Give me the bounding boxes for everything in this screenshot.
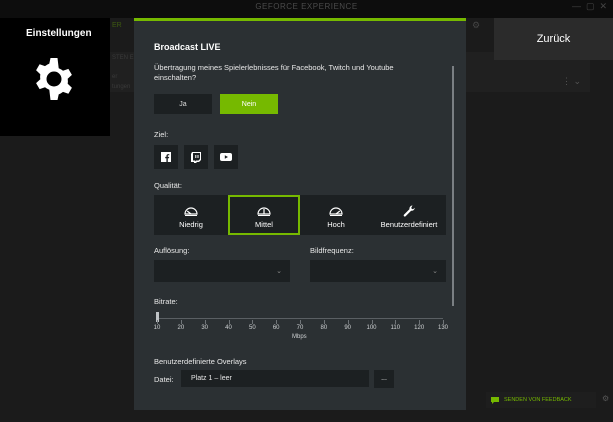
target-label: Ziel: xyxy=(154,130,169,139)
resolution-dropdown[interactable]: ⌄ xyxy=(154,260,290,282)
slider-tick xyxy=(276,320,278,324)
slider-tick xyxy=(371,320,373,324)
slider-tick-label: 10 xyxy=(153,325,161,331)
twitch-button[interactable] xyxy=(184,145,208,169)
quality-option-label: Mittel xyxy=(255,220,273,229)
gauge-high-icon xyxy=(329,207,343,216)
slider-tick xyxy=(180,320,182,324)
panel-accent-bar xyxy=(134,18,466,21)
slider-tick xyxy=(204,320,206,324)
slider-tick xyxy=(395,320,397,324)
window-controls: — ▢ ✕ xyxy=(571,1,607,11)
slider-tick xyxy=(300,320,301,324)
corner-icon: ⚙ xyxy=(602,394,610,403)
overlay-file-field[interactable]: Platz 1 – leer xyxy=(181,370,369,387)
framerate-label: Bildfrequenz: xyxy=(310,246,354,255)
bitrate-unit: Mbps xyxy=(292,334,307,340)
twitch-icon xyxy=(191,151,201,163)
slider-tick xyxy=(252,320,254,324)
quality-option-label: Benutzerdefiniert xyxy=(380,220,438,229)
slider-tick-label: 120 xyxy=(414,325,425,331)
slider-tick-label: 40 xyxy=(225,325,232,331)
slider-tick-label: 70 xyxy=(296,325,304,331)
gear-icon xyxy=(36,58,72,100)
broadcast-title: Broadcast LIVE xyxy=(154,42,221,52)
browse-button[interactable]: ... xyxy=(374,370,394,388)
broadcast-no-button[interactable]: Nein xyxy=(220,94,278,114)
file-label: Datei: xyxy=(154,375,174,384)
chevron-down-icon: ⌄ xyxy=(276,268,282,275)
slider-tick-label: 90 xyxy=(344,325,351,331)
quality-label: Qualität: xyxy=(154,181,182,190)
background-menu: ⋮ ⌄ xyxy=(562,76,581,87)
broadcast-yes-button[interactable]: Ja xyxy=(154,94,212,114)
settings-title: Einstellungen xyxy=(26,28,92,39)
overlays-label: Benutzerdefinierte Overlays xyxy=(154,357,247,366)
background-menu-dots: ⋮ xyxy=(562,76,571,86)
slider-tick-label: 50 xyxy=(248,325,256,331)
facebook-icon xyxy=(161,152,171,162)
quality-option-benutzerdefiniert[interactable]: Benutzerdefiniert xyxy=(372,195,446,235)
framerate-dropdown[interactable]: ⌄ xyxy=(310,260,446,282)
slider-tick xyxy=(323,320,325,324)
app-titlebar: GEFORCE EXPERIENCE — ▢ ✕ xyxy=(0,0,613,18)
slider-tick-label: 110 xyxy=(390,325,401,331)
quality-option-hoch[interactable]: Hoch xyxy=(300,195,372,235)
background-hint-2: tungen xyxy=(112,84,131,90)
slider-tick xyxy=(228,320,230,324)
youtube-icon xyxy=(220,153,232,161)
panel-scrollbar[interactable] xyxy=(452,66,454,306)
feedback-label: SENDEN VON FEEDBACK xyxy=(504,397,572,403)
resolution-label: Auflösung: xyxy=(154,246,190,255)
slider-tick-label: 100 xyxy=(366,325,377,331)
chevron-down-icon: ⌄ xyxy=(432,268,438,275)
broadcast-question: Übertragung meines Spielerlebnisses für … xyxy=(154,63,394,82)
slider-tick xyxy=(347,320,349,324)
background-gear-icon: ⚙ xyxy=(472,20,481,30)
quality-option-label: Hoch xyxy=(327,220,345,229)
slider-tick-label: 20 xyxy=(177,325,185,331)
gauge-low-icon xyxy=(184,207,198,216)
background-hint-1: er xyxy=(112,74,118,80)
slider-tick xyxy=(419,320,421,324)
feedback-button[interactable]: SENDEN VON FEEDBACK xyxy=(486,392,596,408)
quality-option-mittel[interactable]: Mittel xyxy=(228,195,300,235)
slider-tick-label: 60 xyxy=(272,325,280,331)
slider-tick-label: 130 xyxy=(437,325,449,331)
settings-header: Einstellungen xyxy=(0,18,110,136)
slider-tick xyxy=(443,320,444,324)
chat-icon xyxy=(491,396,499,404)
facebook-button[interactable] xyxy=(154,145,178,169)
slider-tick-label: 30 xyxy=(201,325,208,331)
background-tab-hint: ER xyxy=(112,22,122,29)
wrench-icon xyxy=(403,205,415,217)
slider-tick xyxy=(157,320,158,324)
slider-track xyxy=(157,318,443,319)
youtube-button[interactable] xyxy=(214,145,238,169)
app-title: GEFORCE EXPERIENCE xyxy=(255,2,358,11)
back-button[interactable]: Zurück xyxy=(494,18,613,60)
bitrate-label: Bitrate: xyxy=(154,297,178,306)
background-menu-caret: ⌄ xyxy=(573,76,582,86)
background-row-hint: STEN E xyxy=(112,55,134,61)
slider-tick-label: 80 xyxy=(320,325,328,331)
quality-option-niedrig[interactable]: Niedrig xyxy=(154,195,228,235)
quality-option-label: Niedrig xyxy=(179,220,203,229)
gauge-medium-icon xyxy=(257,207,271,216)
